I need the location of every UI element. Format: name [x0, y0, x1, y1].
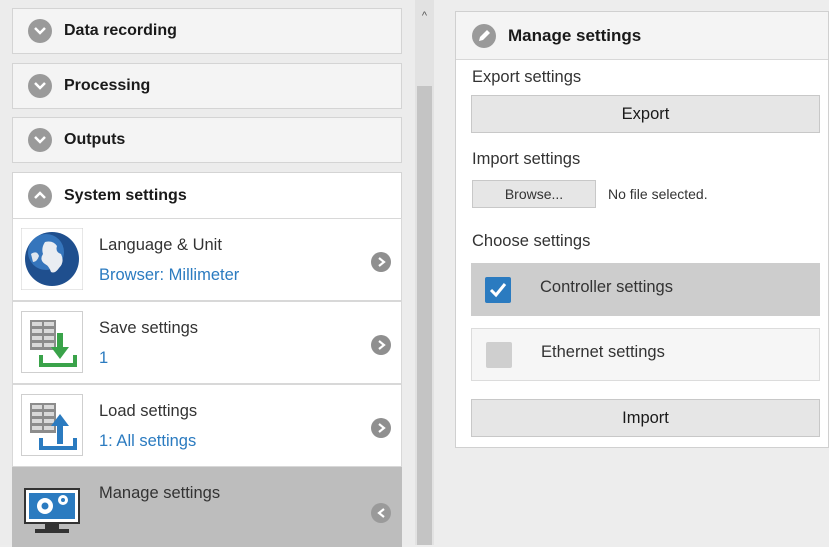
panel-header: Manage settings — [456, 12, 828, 60]
sidebar-item-load-settings[interactable]: Load settings 1: All settings — [12, 384, 402, 467]
sidebar-item-manage-settings[interactable]: Manage settings — [12, 467, 402, 547]
section-system-settings[interactable]: System settings — [12, 172, 402, 218]
chevron-right-icon — [371, 418, 391, 438]
chevron-down-icon — [28, 128, 52, 152]
section-title: System settings — [64, 186, 187, 204]
choice-label: Controller settings — [540, 278, 673, 296]
item-label: Language & Unit — [99, 236, 222, 254]
controller-settings-option[interactable]: Controller settings — [471, 263, 820, 316]
sidebar-item-save-settings[interactable]: Save settings 1 — [12, 301, 402, 384]
ethernet-settings-option[interactable]: Ethernet settings — [471, 328, 820, 381]
chevron-down-icon — [28, 19, 52, 43]
chevron-right-icon — [371, 252, 391, 272]
scrollbar-thumb[interactable] — [417, 86, 432, 545]
import-settings-heading: Import settings — [472, 150, 581, 168]
chevron-up-icon — [28, 183, 52, 208]
manage-settings-icon — [21, 477, 83, 539]
panel-title: Manage settings — [508, 26, 642, 45]
chevron-left-icon — [371, 503, 391, 523]
export-button[interactable]: Export — [471, 95, 820, 133]
globe-icon — [20, 227, 84, 291]
item-label: Manage settings — [99, 484, 221, 502]
item-value: 1: All settings — [99, 432, 197, 450]
chevron-down-icon — [28, 74, 52, 98]
file-status: No file selected. — [608, 186, 708, 202]
item-value: Browser: Millimeter — [99, 266, 240, 284]
load-settings-icon — [21, 394, 83, 456]
checkbox-checked-icon[interactable] — [485, 277, 511, 303]
sidebar-item-language-unit[interactable]: Language & Unit Browser: Millimeter — [12, 218, 402, 301]
section-title: Processing — [64, 77, 151, 94]
section-title: Data recording — [64, 22, 177, 39]
item-label: Load settings — [99, 402, 198, 420]
checkbox-unchecked-icon[interactable] — [486, 342, 512, 368]
item-value: 1 — [99, 349, 109, 367]
chevron-right-icon — [371, 335, 391, 355]
section-title: Outputs — [64, 131, 126, 148]
choose-settings-heading: Choose settings — [472, 232, 591, 250]
choice-label: Ethernet settings — [541, 343, 665, 361]
import-button[interactable]: Import — [471, 399, 820, 437]
manage-settings-panel: Manage settings Export settings Export I… — [455, 11, 829, 448]
item-label: Save settings — [99, 319, 199, 337]
section-outputs[interactable]: Outputs — [12, 117, 402, 163]
export-settings-heading: Export settings — [472, 68, 582, 86]
pencil-icon — [472, 24, 496, 48]
browse-button[interactable]: Browse... — [472, 180, 596, 208]
sidebar: Data recording Processing Outputs System… — [0, 0, 415, 547]
scroll-up-icon[interactable]: ^ — [415, 8, 434, 24]
section-data-recording[interactable]: Data recording — [12, 8, 402, 54]
save-settings-icon — [21, 311, 83, 373]
section-processing[interactable]: Processing — [12, 63, 402, 109]
